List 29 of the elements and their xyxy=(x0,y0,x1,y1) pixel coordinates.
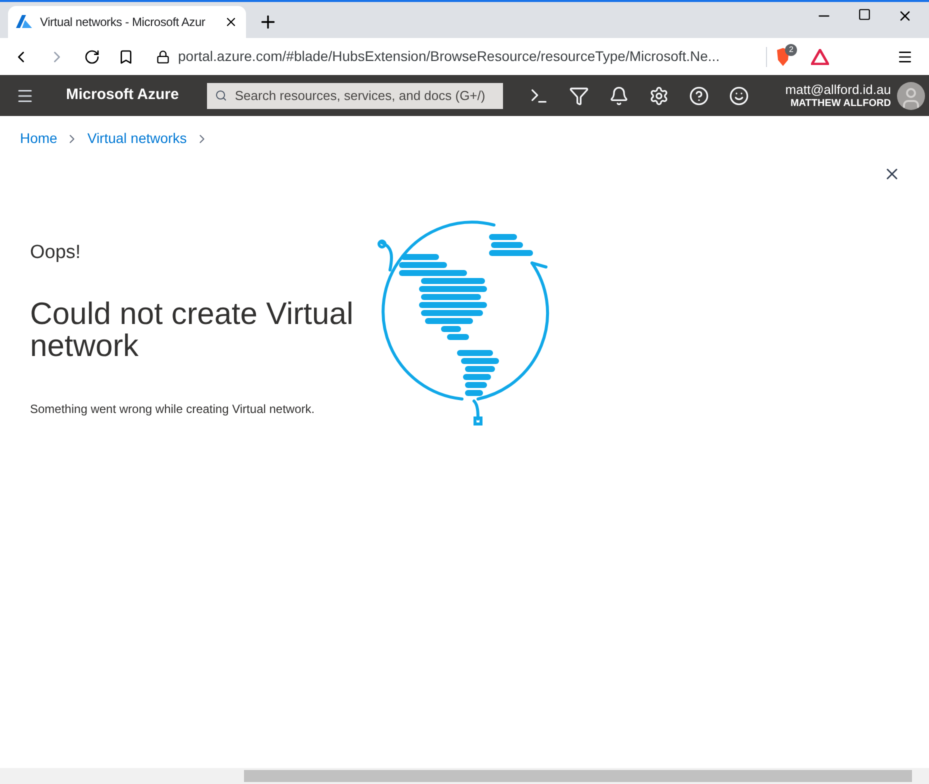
user-name: MATTHEW ALLFORD xyxy=(790,98,891,110)
avatar[interactable] xyxy=(897,82,925,110)
filter-icon[interactable] xyxy=(568,86,589,106)
error-message: Something went wrong while creating Virtual network. xyxy=(30,400,316,418)
url-text: portal.azure.com/#blade/HubsExtension/BrowseResource/resourceType/Microsoft.Ne... xyxy=(178,47,721,66)
lock-icon xyxy=(156,50,170,64)
logo-icon xyxy=(16,15,32,29)
breadcrumb-link[interactable]: Virtual networks xyxy=(87,128,187,149)
badge: 2 xyxy=(785,44,798,56)
app-name[interactable]: Microsoft Azure xyxy=(66,84,179,107)
reload-icon[interactable] xyxy=(84,48,100,64)
tab-title: Virtual networks - Microsoft Azur xyxy=(40,14,206,31)
smiley-icon[interactable] xyxy=(728,86,749,106)
eyebrow-text: Oops! xyxy=(30,241,82,265)
menu-icon[interactable] xyxy=(897,48,913,64)
search-field[interactable]: Search resources, services, and docs (G+/) xyxy=(206,82,503,108)
scrollbar-thumb[interactable] xyxy=(244,770,912,782)
maximize-icon[interactable] xyxy=(858,8,871,21)
triangle-icon[interactable] xyxy=(811,48,829,64)
breadcrumb-link[interactable]: Home xyxy=(20,128,58,149)
user-email: matt@allford.id.au xyxy=(785,82,891,98)
close-icon[interactable] xyxy=(224,15,238,29)
error-title: Could not create Virtual network xyxy=(30,298,354,362)
browser-tab[interactable]: Virtual networks - Microsoft Azur xyxy=(8,6,246,38)
help-icon[interactable] xyxy=(688,86,709,106)
bell-icon[interactable] xyxy=(608,86,629,106)
settings-icon[interactable] xyxy=(648,86,669,106)
bookmark-icon[interactable] xyxy=(118,48,134,64)
search-icon xyxy=(214,89,227,102)
